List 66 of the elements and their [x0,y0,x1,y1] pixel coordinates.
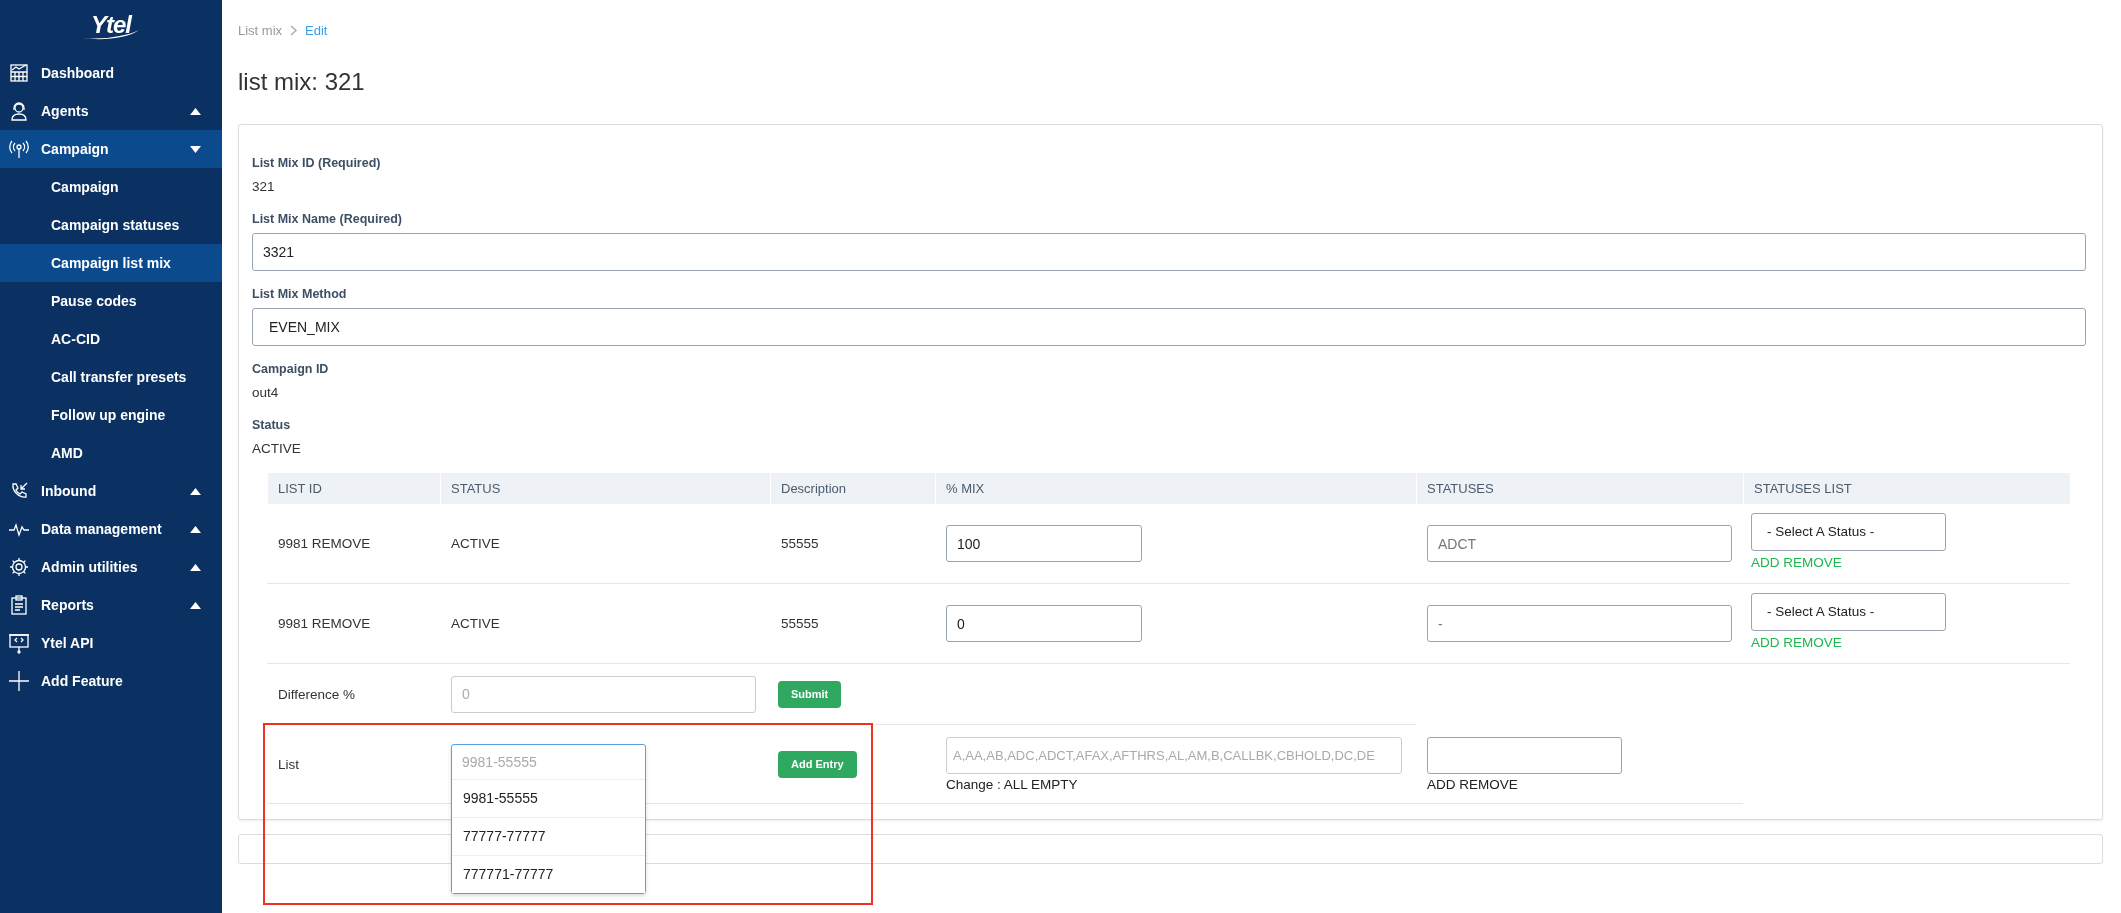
status-select[interactable]: - Select A Status - [1751,513,1946,551]
field-label: List Mix Name (Required) [252,211,404,228]
table-cell: 9981 REMOVE [267,584,440,664]
status-select[interactable]: - Select A Status - [1751,593,1946,631]
nav-icon [8,632,30,654]
nav-icon [8,556,30,578]
nav-icon [8,100,30,122]
status-input[interactable] [1427,737,1622,774]
sidebar-subitem[interactable]: Campaign statuses [0,206,222,244]
sidebar-subitem[interactable]: Campaign [0,168,222,206]
logo-text: Ytel [91,14,131,36]
field-value: out4 [252,384,280,402]
table-cell: ACTIVE [440,584,770,664]
field-value: 321 [252,178,276,196]
statuses-field[interactable]: A,AA,AB,ADC,ADCT,AFAX,AFTHRS,AL,AM,B,CALLBK,CBHOLD,DC,DE [946,737,1402,774]
column-header: STATUSES [1416,473,1743,504]
nav-icon [8,594,30,616]
statuses-input[interactable]: - [1427,605,1732,642]
sidebar-subitem[interactable]: AC-CID [0,320,222,358]
dropdown-option[interactable]: 77777-77777 [452,817,645,855]
column-header: % MIX [935,473,1416,504]
nav-icon [8,62,30,84]
sidebar-item[interactable]: Reports [0,586,222,624]
table-cell: 55555 [770,504,935,584]
table-cell: ACTIVE [440,504,770,584]
sidebar-item[interactable]: Inbound [0,472,222,510]
row-label: Difference % [267,664,440,725]
mix-input[interactable]: 0 [946,605,1142,642]
field-label: List Mix ID (Required) [252,155,382,172]
sidebar-item[interactable]: Agents [0,92,222,130]
column-header: STATUS [440,473,770,504]
dropdown-option[interactable]: 9981-55555 [452,779,645,817]
add-remove-link[interactable]: ADD REMOVE [1427,777,1518,792]
field-label: Status [252,417,292,434]
nav-icon [8,670,30,692]
sidebar-item[interactable]: Ytel API [0,624,222,662]
table-cell: 55555 [770,584,935,664]
sidebar-subitem[interactable]: Pause codes [0,282,222,320]
field-label: Campaign ID [252,361,330,378]
dropdown-option[interactable]: 777771-77777 [452,855,645,893]
field-value: ACTIVE [252,440,302,458]
table-cell: 9981 REMOVE [267,504,440,584]
change-note: Change : ALL EMPTY [946,777,1078,792]
statuses-input[interactable]: ADCT [1427,525,1732,562]
sidebar-item[interactable]: Dashboard [0,54,222,92]
nav-icon [8,138,30,160]
sidebar-subitem[interactable]: Campaign list mix [0,244,222,282]
column-header: STATUSES LIST [1743,473,2070,504]
column-header: LIST ID [267,473,440,504]
sidebar-item[interactable]: Data management [0,510,222,548]
column-header: Description [770,473,935,504]
sidebar-item[interactable]: Add Feature [0,662,222,700]
list-input[interactable]: 9981-55555 [452,745,645,779]
name-input[interactable]: 3321 [252,233,2086,271]
page-title: list mix: 321 [238,67,366,97]
difference-input[interactable]: 0 [451,675,756,713]
sidebar-subitem[interactable]: Call transfer presets [0,358,222,396]
chevron-right-icon [290,24,298,36]
sidebar-item[interactable]: Admin utilities [0,548,222,586]
row-label: List [267,725,440,804]
field-label: List Mix Method [252,286,348,303]
method-select[interactable]: EVEN_MIX [252,308,2086,346]
mix-input[interactable]: 100 [946,525,1142,562]
sidebar-subitem[interactable]: AMD [0,434,222,472]
sidebar-item[interactable]: Campaign [0,130,222,168]
sidebar-subitem[interactable]: Follow up engine [0,396,222,434]
